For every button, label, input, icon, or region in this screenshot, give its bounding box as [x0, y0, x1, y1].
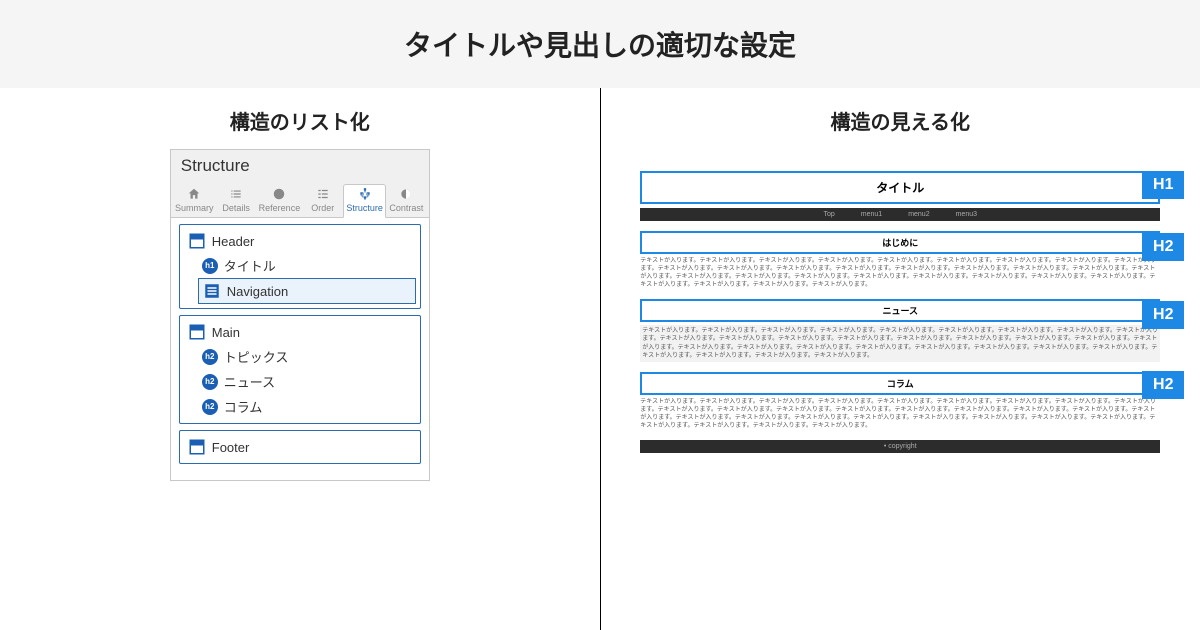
structure-panel-title: Structure — [171, 150, 429, 180]
tab-label: Order — [311, 203, 334, 213]
contrast-icon — [399, 187, 413, 201]
landmark-icon — [188, 323, 206, 341]
h2-badge-icon: h2 — [202, 399, 218, 415]
structure-panel: Structure Summary Details Reference Orde… — [170, 149, 430, 481]
tree-item-column[interactable]: h2 コラム — [198, 394, 416, 419]
nav-landmark-icon — [203, 282, 221, 300]
info-icon — [272, 187, 286, 201]
heading-tag-h1: H1 — [1142, 171, 1184, 199]
nav-item: menu3 — [956, 211, 977, 218]
nav-item: menu2 — [908, 211, 929, 218]
tab-structure[interactable]: Structure — [343, 184, 386, 218]
tree-item-topics[interactable]: h2 トピックス — [198, 344, 416, 369]
tree-group-main: Main h2 トピックス h2 ニュース h2 コラム — [179, 315, 421, 424]
right-heading: 構造の見える化 — [631, 106, 1171, 135]
home-icon — [187, 187, 201, 201]
panel-tabs: Summary Details Reference Order Structur… — [171, 180, 429, 218]
content: 構造のリスト化 Structure Summary Details Refere… — [0, 88, 1200, 630]
tree-item-label: タイトル — [224, 256, 276, 275]
nav-item: menu1 — [861, 211, 882, 218]
tab-label: Details — [222, 203, 250, 213]
landmark-icon — [188, 232, 206, 250]
tab-label: Structure — [346, 203, 383, 213]
h2-badge-icon: h2 — [202, 349, 218, 365]
tab-order[interactable]: Order — [303, 185, 343, 217]
preview-body: テキストが入ります。テキストが入ります。テキストが入ります。テキストが入ります。… — [640, 398, 1160, 430]
tree-item-navigation[interactable]: Navigation — [198, 278, 416, 304]
tree-group-header: Header h1 タイトル Navigation — [179, 224, 421, 309]
h2-badge-icon: h2 — [202, 374, 218, 390]
tree-item-label: Main — [212, 325, 240, 340]
tree-item-news[interactable]: h2 ニュース — [198, 369, 416, 394]
list-icon — [229, 187, 243, 201]
preview-footer: • copyright — [640, 440, 1160, 453]
tree-item-label: トピックス — [224, 347, 289, 366]
preview-body: テキストが入ります。テキストが入ります。テキストが入ります。テキストが入ります。… — [640, 257, 1160, 289]
preview-title: タイトル — [640, 171, 1160, 204]
preview-section: コラム テキストが入ります。テキストが入ります。テキストが入ります。テキストが入… — [640, 372, 1160, 430]
tree-item-footer[interactable]: Footer — [184, 435, 416, 459]
heading-tag-h2: H2 — [1142, 301, 1184, 329]
preview-section: ニュース テキストが入ります。テキストが入ります。テキストが入ります。テキストが… — [640, 299, 1160, 361]
tab-label: Contrast — [389, 203, 423, 213]
page-preview: タイトル Top menu1 menu2 menu3 はじめに テキストが入りま… — [640, 171, 1160, 453]
h1-badge-icon: h1 — [202, 258, 218, 274]
preview-section: はじめに テキストが入ります。テキストが入ります。テキストが入ります。テキストが… — [640, 231, 1160, 289]
preview-body: テキストが入ります。テキストが入ります。テキストが入ります。テキストが入ります。… — [640, 325, 1160, 361]
tree-group-footer: Footer — [179, 430, 421, 464]
tab-summary[interactable]: Summary — [173, 185, 216, 217]
preview-h2: はじめに — [640, 231, 1160, 254]
heading-tag-h2: H2 — [1142, 371, 1184, 399]
tree-item-label: ニュース — [224, 372, 275, 391]
preview-wrap: H1 H2 H2 H2 タイトル Top menu1 menu2 menu3 は… — [640, 171, 1160, 453]
tree-item-header[interactable]: Header — [184, 229, 416, 253]
preview-h2: ニュース — [640, 299, 1160, 322]
left-column: 構造のリスト化 Structure Summary Details Refere… — [0, 88, 601, 630]
preview-nav: Top menu1 menu2 menu3 — [640, 208, 1160, 221]
nav-item: Top — [823, 211, 834, 218]
structure-tree: Header h1 タイトル Navigation Main — [171, 218, 429, 480]
right-column: 構造の見える化 H1 H2 H2 H2 タイトル Top menu1 menu2… — [601, 88, 1200, 630]
left-heading: 構造のリスト化 — [30, 106, 570, 135]
heading-tag-h2: H2 — [1142, 233, 1184, 261]
tree-item-label: Footer — [212, 440, 250, 455]
page-title: タイトルや見出しの適切な設定 — [404, 24, 796, 64]
tree-item-label: コラム — [224, 397, 263, 416]
tab-label: Reference — [259, 203, 301, 213]
header-bar: タイトルや見出しの適切な設定 — [0, 0, 1200, 88]
tree-icon — [358, 187, 372, 201]
order-icon — [316, 187, 330, 201]
landmark-icon — [188, 438, 206, 456]
preview-h2: コラム — [640, 372, 1160, 395]
tab-details[interactable]: Details — [216, 185, 256, 217]
tree-item-title[interactable]: h1 タイトル — [198, 253, 416, 278]
tab-label: Summary — [175, 203, 214, 213]
tree-item-label: Header — [212, 234, 255, 249]
tree-item-label: Navigation — [227, 284, 288, 299]
tab-contrast[interactable]: Contrast — [386, 185, 426, 217]
tree-item-main[interactable]: Main — [184, 320, 416, 344]
tab-reference[interactable]: Reference — [257, 185, 303, 217]
